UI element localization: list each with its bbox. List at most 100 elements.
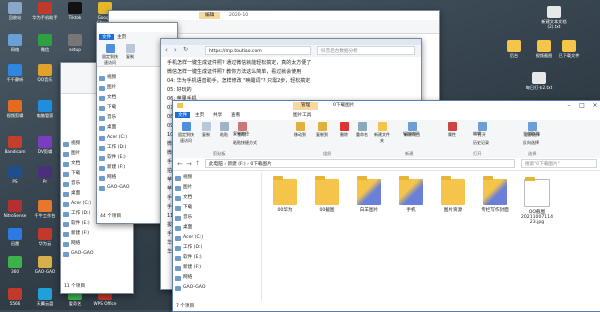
nav-item[interactable]: 下载 — [173, 203, 261, 213]
ribbon-button[interactable]: 移动到 — [291, 122, 309, 138]
desktop-icon[interactable]: 电脑管家 — [31, 100, 59, 118]
ribbon-button[interactable]: 历史记录 — [473, 140, 489, 146]
ribbon-icon — [237, 122, 247, 131]
refresh-icon[interactable]: ↻ — [183, 46, 188, 53]
desktop-icon[interactable]: 千牛工作台 — [31, 200, 59, 218]
desktop-icon[interactable]: 回收站 — [1, 2, 29, 20]
tab-view[interactable]: 查看 — [231, 112, 240, 118]
desktop-icon[interactable]: DV剪辑 — [31, 136, 59, 154]
ribbon-button[interactable]: 轻松访问 — [403, 131, 419, 137]
desktop-icon[interactable]: 后台 — [500, 40, 528, 58]
file-item[interactable]: 图片资源 — [433, 176, 473, 213]
nav-item[interactable]: 工作 (D:) — [173, 243, 261, 253]
article-line[interactable]: 05: 好玩的 — [167, 86, 415, 95]
article-line[interactable]: 手机怎样一键生成证件照? 通过微信就能轻松搞定，真的太方便了 — [167, 59, 415, 68]
ribbon-group-label: 组织 — [323, 151, 332, 156]
ribbon-button[interactable]: 属性 — [443, 122, 461, 138]
tab-file[interactable]: 文件 — [99, 34, 115, 40]
article-line[interactable]: 04: 华为手机语音助手，怎样修改 "唤醒词"? 只需2步，轻松搞定 — [167, 77, 415, 86]
explorer-window-front[interactable]: 管理 0下载图片 – □ × 文件 主页 共享 查看 图片工具 固定到快速访问复… — [172, 100, 600, 312]
desktop-icon[interactable]: 视频截图 — [530, 40, 558, 58]
manage-tab[interactable]: 编辑 — [199, 12, 221, 19]
back-icon[interactable]: ← — [177, 160, 183, 168]
desktop-icon[interactable]: 360 — [1, 256, 29, 274]
ribbon-button[interactable]: 全部取消 — [523, 131, 539, 137]
ribbon-button[interactable]: 重命名 — [353, 122, 371, 138]
desktop-icon[interactable]: Tiktok — [61, 2, 89, 20]
forward-icon[interactable]: → — [186, 160, 192, 168]
search-input[interactable]: 搜索"0下载图片" — [521, 159, 597, 168]
file-item[interactable]: 手机 — [391, 176, 431, 213]
nav-item[interactable]: Acer (C:) — [173, 233, 261, 243]
file-item[interactable]: 专栏写作封面 — [475, 176, 515, 213]
file-item[interactable]: QQ截图20211007114 23.jpg — [517, 177, 557, 225]
address-bar[interactable]: 此电脑 › 新建 (F:) › 0下载图片 — [205, 159, 515, 168]
desktop-icon[interactable]: GAO-GAO — [31, 256, 59, 274]
app-icon — [8, 2, 22, 14]
tab-home[interactable]: 主页 — [117, 34, 126, 40]
ribbon-button[interactable]: 粘贴 — [215, 122, 233, 138]
desktop-icon[interactable]: 5566 — [1, 288, 29, 306]
desktop-icon[interactable]: 视频剪辑 — [1, 100, 29, 118]
tab-file[interactable]: 文件 — [175, 112, 191, 118]
nav-item[interactable]: 文档 — [173, 193, 261, 203]
pin-quick-access-button[interactable]: 固定到快速访问 — [101, 44, 119, 66]
ribbon-button[interactable]: 复制到 — [313, 122, 331, 138]
tab-home[interactable]: 主页 — [195, 112, 204, 118]
search-input[interactable]: 抖音后台数据分析 — [317, 46, 415, 55]
copy-button[interactable]: 复制 — [123, 44, 137, 60]
app-icon — [8, 64, 22, 76]
ribbon-group-label: 选择 — [528, 151, 537, 156]
ribbon-button[interactable]: 复制路径 — [233, 131, 249, 137]
desktop-icon[interactable]: NitroSense — [1, 200, 29, 218]
desktop-icon[interactable]: 华为手机助手 — [31, 2, 59, 20]
file-icon — [532, 72, 546, 84]
desktop-icon[interactable]: 华为云 — [31, 228, 59, 246]
nav-item[interactable]: 新建 (F:) — [173, 263, 261, 273]
minimize-icon[interactable]: – — [563, 101, 575, 110]
file-item[interactable]: 00截图 — [307, 176, 347, 213]
close-icon[interactable]: × — [589, 101, 600, 110]
ribbon-button[interactable]: 编辑 — [473, 131, 481, 137]
file-item[interactable]: 00华为 — [265, 176, 305, 213]
desktop-icon[interactable]: 网络 — [1, 34, 29, 52]
desktop-icon[interactable]: QQ音乐 — [31, 64, 59, 82]
ribbon-button[interactable]: 复制 — [197, 122, 215, 138]
desktop-icon[interactable]: 新建文本文档(2).txt — [540, 6, 568, 29]
desktop-icon[interactable]: PS — [1, 166, 29, 184]
up-icon[interactable]: ↑ — [195, 160, 200, 167]
url-bar[interactable]: https://mp.toutiao.com — [205, 46, 311, 55]
nav-item[interactable]: 桌面 — [173, 223, 261, 233]
ribbon-button[interactable]: 删除 — [335, 122, 353, 138]
nav-item[interactable]: 视频 — [173, 173, 261, 183]
nav-item[interactable]: 新建 (F:) — [61, 229, 131, 239]
forward-icon[interactable]: › — [174, 46, 177, 54]
desktop-icon[interactable]: 已下载文件 — [555, 40, 583, 58]
file-item[interactable]: 白羊图片 — [349, 176, 389, 213]
desktop-icon[interactable]: Bandicam — [1, 136, 29, 154]
desktop-icon[interactable]: setup — [61, 34, 89, 52]
nav-item[interactable]: 网络 — [61, 239, 131, 249]
nav-item[interactable]: 网络 — [173, 273, 261, 283]
desktop-icon[interactable]: 每日打卡2.txt — [525, 72, 553, 90]
tab-picture-tools[interactable]: 图片工具 — [293, 112, 311, 118]
desktop-icon[interactable]: 千千静听 — [1, 64, 29, 82]
desktop-icon[interactable]: 微信 — [31, 34, 59, 52]
ribbon-button[interactable]: 反向选择 — [523, 140, 539, 146]
desktop-icon[interactable]: Pr — [31, 166, 59, 184]
manage-tab[interactable]: 管理 — [293, 102, 319, 110]
nav-item[interactable]: GAO-GAO — [61, 249, 131, 259]
tab-share[interactable]: 共享 — [213, 112, 222, 118]
nav-item[interactable]: GAO-GAO — [173, 283, 261, 293]
nav-item[interactable]: 音乐 — [173, 213, 261, 223]
maximize-icon[interactable]: □ — [576, 101, 588, 110]
ribbon-button[interactable]: 新建文件夹 — [373, 122, 391, 144]
nav-item[interactable]: 图片 — [173, 183, 261, 193]
ribbon-button[interactable]: 固定到快速访问 — [177, 122, 195, 144]
back-icon[interactable]: ‹ — [165, 46, 168, 54]
ribbon-button[interactable]: 粘贴快捷方式 — [233, 140, 257, 146]
desktop-icon[interactable]: 迅雷 — [1, 228, 29, 246]
article-line[interactable]: 微信怎样一键生成证件照? 教你方法这么简单，看过就会使用 — [167, 68, 415, 77]
desktop-icon[interactable]: 天翼云盘 — [31, 288, 59, 306]
nav-item[interactable]: 软件 (E:) — [173, 253, 261, 263]
